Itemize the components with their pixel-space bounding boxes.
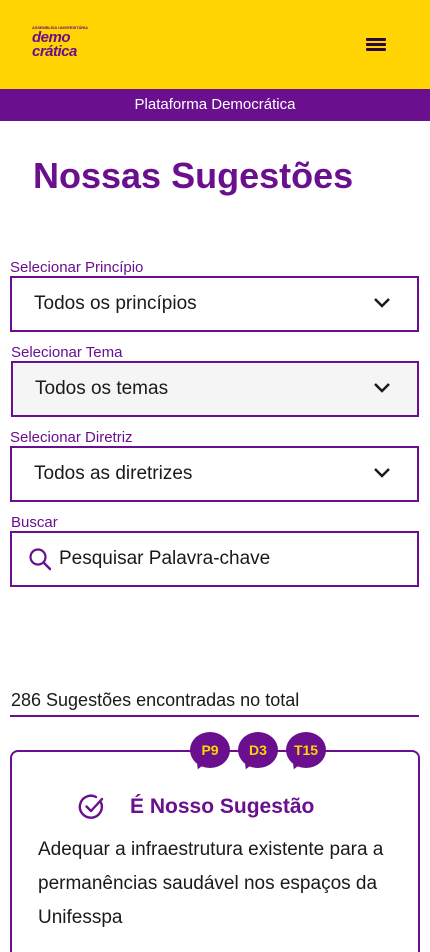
tag-label: D3: [249, 742, 267, 758]
check-circle-icon: [78, 794, 104, 819]
diretriz-select[interactable]: Todos as diretrizes: [10, 446, 419, 502]
suggestion-card[interactable]: É Nosso Sugestão Adequar a infraestrutur…: [10, 750, 420, 952]
principio-select[interactable]: Todos os princípios: [10, 276, 419, 332]
chevron-down-icon: [374, 298, 390, 308]
principio-value: Todos os princípios: [34, 293, 197, 314]
tag-label: T15: [293, 742, 319, 758]
results-count: 286 Sugestões encontradas no total: [11, 690, 300, 710]
search-input[interactable]: [59, 541, 399, 577]
logo-word-2: crática: [32, 43, 77, 60]
principio-label: Selecionar Princípio: [10, 259, 144, 276]
page-title: Nossas Sugestões: [33, 155, 354, 196]
search-box: [10, 531, 419, 587]
tag-principio[interactable]: P9: [190, 732, 230, 772]
hamburger-menu-icon[interactable]: [364, 34, 388, 54]
diretriz-value: Todos as diretrizes: [34, 463, 193, 484]
search-icon: [29, 548, 52, 571]
site-header: ASSEMBLEIA UNIVERSITÁRIA demo crática: [0, 0, 430, 89]
tag-diretriz[interactable]: D3: [238, 732, 278, 772]
card-text: Adequar a infraestrutura existente para …: [38, 839, 384, 928]
tema-value: Todos os temas: [35, 378, 169, 399]
tema-label: Selecionar Tema: [11, 344, 123, 361]
tema-select[interactable]: Todos os temas: [11, 361, 419, 417]
tag-tema[interactable]: T15: [286, 732, 326, 772]
card-title: É Nosso Sugestão: [130, 795, 315, 818]
search-label: Buscar: [11, 514, 58, 531]
chevron-down-icon: [374, 383, 390, 393]
diretriz-label: Selecionar Diretriz: [10, 429, 133, 446]
platform-banner[interactable]: Plataforma Democrática: [0, 89, 430, 121]
divider: [10, 715, 419, 717]
tag-label: P9: [201, 742, 219, 758]
chevron-down-icon: [374, 468, 390, 478]
logo[interactable]: ASSEMBLEIA UNIVERSITÁRIA demo crática: [30, 25, 88, 63]
